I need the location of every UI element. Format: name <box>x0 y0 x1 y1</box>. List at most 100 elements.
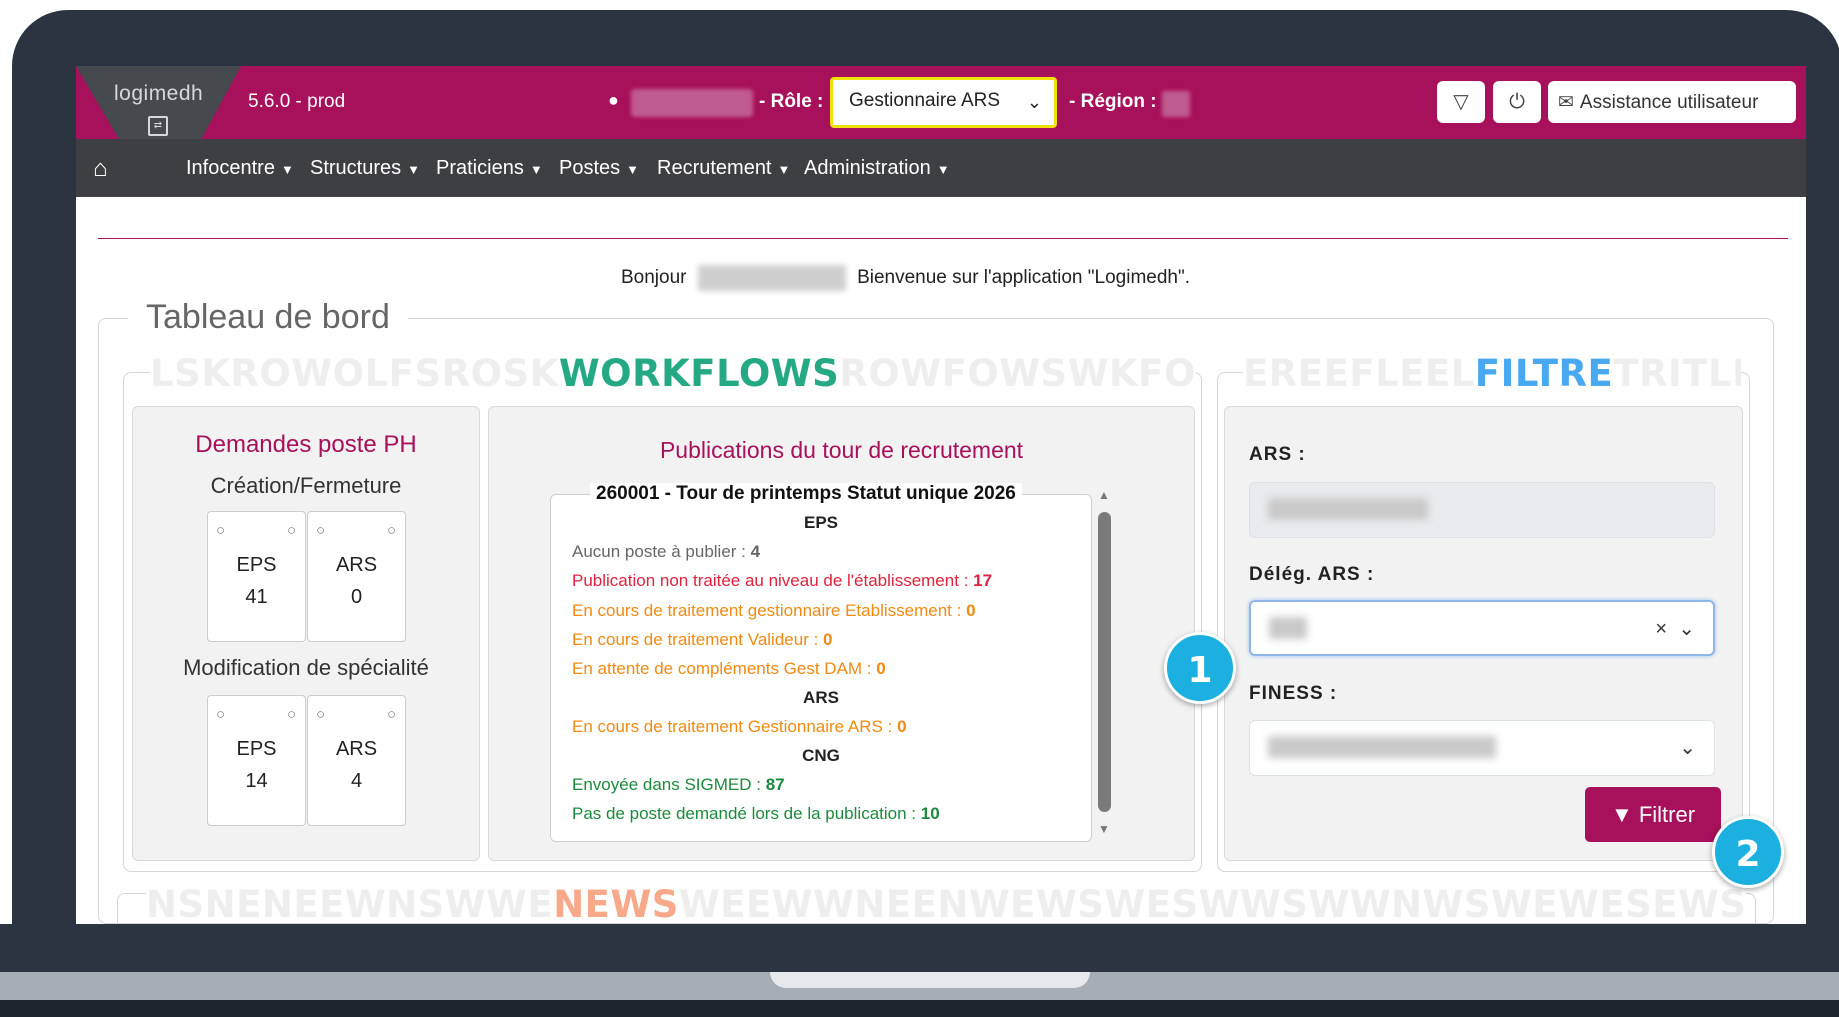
band-text: NSNENEEWNSWWE <box>146 883 554 923</box>
tour-scrollbar[interactable]: ▲ ▼ <box>1096 488 1113 840</box>
pub-line[interactable]: Publication non traitée au niveau de l'é… <box>572 571 992 591</box>
pub-line[interactable]: Envoyée dans SIGMED : 87 <box>572 775 785 795</box>
creation-fermeture-heading: Création/Fermeture <box>210 473 402 498</box>
radio-icons: ○ ○ <box>316 706 396 723</box>
role-label: - Rôle : <box>759 91 824 112</box>
radio-icons: ○ ○ <box>216 706 296 723</box>
pub-line[interactable]: Aucun poste à publier : 4 <box>572 542 760 562</box>
card-value: 41 <box>245 586 268 608</box>
caret-down-icon: ▼ <box>777 162 791 177</box>
tour-title: 260001 - Tour de printemps Statut unique… <box>590 483 1022 505</box>
eps-header: EPS <box>803 513 839 532</box>
band-text: TRITLL <box>1613 352 1741 395</box>
user-icon: ● <box>608 90 619 110</box>
greeting-text: Bonjour <box>621 267 687 289</box>
user-name-redacted <box>697 265 846 291</box>
nav-praticiens[interactable]: Praticiens ▼ <box>436 157 543 180</box>
deleg-ars-label: Délég. ARS : <box>1249 564 1375 585</box>
filter-band: EREEFLEELFILTRETRITLL <box>1243 352 1741 396</box>
nav-infocentre[interactable]: Infocentre ▼ <box>186 157 294 180</box>
demandes-title: Demandes poste PH <box>195 431 417 458</box>
finess-select[interactable]: ⌄ <box>1249 720 1715 776</box>
nav-postes[interactable]: Postes ▼ <box>559 157 639 180</box>
eps-creation-card[interactable]: ○ ○ EPS 41 <box>207 511 306 642</box>
assistance-label: Assistance utilisateur <box>1579 92 1759 113</box>
pub-line[interactable]: En attente de compléments Gest DAM : 0 <box>572 659 886 679</box>
laptop-bezel-bottom <box>0 924 1839 972</box>
caret-down-icon: ▼ <box>280 162 294 177</box>
role-select[interactable]: Gestionnaire ARS ⌄ <box>830 77 1057 128</box>
cng-header: CNG <box>802 746 840 765</box>
card-value: 0 <box>350 586 363 608</box>
select-controls: × ⌄ <box>1655 616 1695 641</box>
finess-label: FINESS : <box>1249 683 1338 704</box>
laptop-notch <box>770 972 1090 988</box>
scroll-up-icon[interactable]: ▲ <box>1098 488 1110 502</box>
filter-heading: FILTRE <box>1474 352 1614 395</box>
logout-button[interactable]: ⏻ <box>1493 81 1541 123</box>
filter-toggle-button[interactable]: ▽ <box>1437 81 1485 123</box>
card-value: 14 <box>245 770 268 792</box>
nav-administration[interactable]: Administration ▼ <box>804 157 950 180</box>
band-text: LSKROWOLFSROSK <box>150 352 559 395</box>
nav-structures[interactable]: Structures ▼ <box>310 157 420 180</box>
radio-icons: ○ ○ <box>216 522 296 539</box>
pub-line[interactable]: Pas de poste demandé lors de la publicat… <box>572 804 940 824</box>
app-logo[interactable]: logimedh <box>114 82 203 106</box>
card-label: EPS <box>236 738 277 760</box>
pub-line[interactable]: En cours de traitement gestionnaire Etab… <box>572 601 976 621</box>
clear-icon[interactable]: × <box>1655 618 1667 640</box>
card-label: ARS <box>335 738 378 760</box>
assistance-button[interactable]: ✉ Assistance utilisateur <box>1548 81 1796 123</box>
callout-badge-2: 2 <box>1712 816 1784 888</box>
workflows-heading: WORKFLOWS <box>558 352 840 395</box>
scroll-down-icon[interactable]: ▼ <box>1098 822 1110 836</box>
nav-label: Infocentre <box>186 157 275 179</box>
modification-specialite-heading: Modification de spécialité <box>183 655 429 680</box>
top-bar: logimedh ⇄ 5.6.0 - prod ● - Rôle : Gesti… <box>76 66 1806 139</box>
region-redacted <box>1162 91 1190 117</box>
pub-line[interactable]: En cours de traitement Gestionnaire ARS … <box>572 717 907 737</box>
caret-down-icon: ▼ <box>626 162 640 177</box>
power-icon: ⏻ <box>1509 91 1525 113</box>
band-text: EREEFLEEL <box>1243 352 1475 395</box>
nav-label: Recrutement <box>657 157 772 179</box>
header-divider <box>98 238 1788 239</box>
ars-modification-card[interactable]: ○ ○ ARS 4 <box>307 695 406 826</box>
app-switch-icon[interactable]: ⇄ <box>148 116 168 136</box>
welcome-text: Bienvenue sur l'application "Logimedh". <box>857 267 1190 289</box>
welcome-message: Bonjour Bienvenue sur l'application "Log… <box>621 265 1190 291</box>
news-band: NSNENEEWNSWWENEWSWEEWWNEENWEWSWESWWSWWNW… <box>146 883 1746 923</box>
nav-recrutement[interactable]: Recrutement ▼ <box>657 157 790 180</box>
caret-down-icon: ▼ <box>407 162 421 177</box>
home-icon[interactable]: ⌂ <box>93 155 108 183</box>
ars-value-redacted <box>1268 498 1428 520</box>
deleg-value-redacted <box>1269 617 1307 639</box>
version-label: 5.6.0 - prod <box>248 91 346 112</box>
region-label: - Région : <box>1069 91 1157 112</box>
pub-line[interactable]: En cours de traitement Valideur : 0 <box>572 630 833 650</box>
news-heading: NEWS <box>553 883 679 923</box>
eps-modification-card[interactable]: ○ ○ EPS 14 <box>207 695 306 826</box>
ars-label: ARS : <box>1249 444 1306 465</box>
nav-label: Praticiens <box>436 157 524 179</box>
card-label: ARS <box>335 554 378 576</box>
scroll-thumb[interactable] <box>1098 512 1111 812</box>
filter-icon: ▽ <box>1453 91 1469 113</box>
nav-label: Structures <box>310 157 402 179</box>
chevron-down-icon[interactable]: ⌄ <box>1678 618 1695 640</box>
ars-creation-card[interactable]: ○ ○ ARS 0 <box>307 511 406 642</box>
chevron-down-icon[interactable]: ⌄ <box>1679 735 1696 760</box>
caret-down-icon: ▼ <box>936 162 950 177</box>
filtrer-button[interactable]: ▼ Filtrer <box>1585 787 1721 842</box>
filtrer-label: Filtrer <box>1638 802 1696 827</box>
card-value: 4 <box>350 770 363 792</box>
ars-header: ARS <box>803 688 839 707</box>
main-nav: ⌂ Infocentre ▼ Structures ▼ Praticiens ▼ Po… <box>76 139 1806 197</box>
demandes-card: Demandes poste PH Création/Fermeture ○ ○ … <box>132 406 480 861</box>
caret-down-icon: ▼ <box>529 162 543 177</box>
callout-badge-1: 1 <box>1164 632 1236 704</box>
deleg-ars-select[interactable]: × ⌄ <box>1249 600 1715 656</box>
laptop-shadow <box>0 1000 1839 1017</box>
